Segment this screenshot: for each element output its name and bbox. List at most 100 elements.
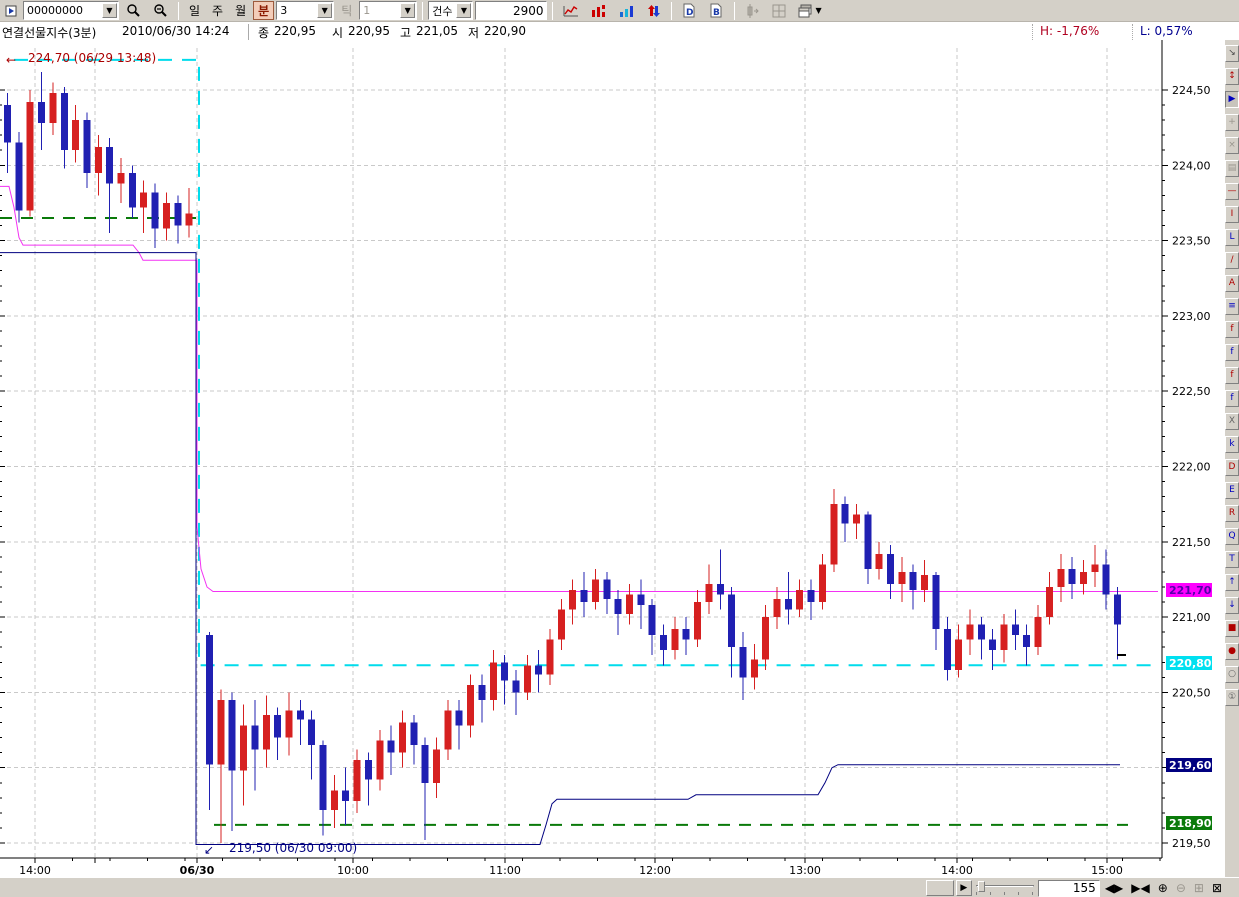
window-layout-button[interactable]: ▼ [793,1,826,20]
square-marker-tool-icon[interactable]: ■ [1225,620,1239,637]
tick-combobox[interactable]: 1 ▼ [359,1,417,20]
pointer-tool-icon[interactable]: ▶ [1225,91,1239,108]
screen-select-icon[interactable] [2,1,21,20]
candle-down [229,700,236,771]
count-combobox[interactable]: 건수 ▼ [428,1,473,20]
formula-draw-tool-icon[interactable]: f [1225,367,1239,384]
prev-high-line [14,60,1158,665]
slider-ticks [976,892,1034,895]
trend-line-tool-icon[interactable]: / [1225,252,1239,269]
minute-combobox[interactable]: 3 ▼ [276,1,334,20]
formula-lines-tool-icon[interactable]: f [1225,390,1239,407]
candle-up [1035,617,1042,647]
tick-value: 1 [360,4,399,17]
edit-tool-icon[interactable]: + [1225,114,1239,131]
quote-marker-tool-icon[interactable]: Q [1225,528,1239,545]
scroll-page-button[interactable] [926,880,954,896]
formula-chart-tool-icon[interactable]: f [1225,344,1239,361]
compress-bars-button[interactable]: ▶◀ [1128,880,1152,896]
document-b-icon: B [709,3,724,18]
vertical-line-tool-icon[interactable]: I [1225,206,1239,223]
angle-line-tool-icon[interactable]: L [1225,229,1239,246]
scroll-right-button[interactable]: ▶ [956,880,972,896]
chevron-down-icon[interactable]: ▼ [317,3,332,18]
close-label: 종 [258,24,269,41]
volume-chart-button[interactable] [614,1,640,20]
chart-area[interactable]: 224,50224,00223,50223,00222,50222,00221,… [0,40,1225,877]
candle-up [1001,625,1008,651]
candle-up [467,685,474,726]
parallel-lines-tool-icon[interactable]: ≡ [1225,298,1239,315]
circle-marker-tool-icon[interactable]: ● [1225,643,1239,660]
save-bar-data-button[interactable]: B [704,1,729,20]
text-label-tool-icon[interactable]: T [1225,551,1239,568]
candle-up [853,515,860,524]
magnifier-arrow-icon [153,3,168,18]
candle-down [660,635,667,650]
candle-up [49,93,56,123]
expand-bars-button[interactable]: ◀▶ [1102,880,1126,896]
bar-chart-button[interactable] [586,1,612,20]
zoom-in-button[interactable]: ⊕ [1155,880,1171,896]
arrow-down-marker-tool-icon[interactable]: ↓ [1225,597,1239,614]
updown-compare-button[interactable] [642,1,666,20]
candle-down [478,685,485,700]
range-marker-tool-icon[interactable]: R [1225,505,1239,522]
chevron-down-icon[interactable]: ▼ [456,3,471,18]
candle-settings-button[interactable] [740,1,765,20]
visible-bars-input[interactable] [1038,880,1100,897]
save-day-data-button[interactable]: D [677,1,702,20]
zoom-area-button[interactable] [148,1,173,20]
candle-down [410,723,417,746]
svg-text:D: D [686,8,693,18]
candle-up [354,760,361,801]
y-axis-label: 223,00 [1172,310,1211,323]
candle-up [671,629,678,650]
period-week-button[interactable]: 주 [207,1,228,20]
candlestick-chart[interactable]: 224,50224,00223,50223,00222,50222,00221,… [0,40,1225,877]
chevron-down-icon[interactable]: ▼ [102,3,117,18]
candle-down [320,745,327,810]
split-screen-button[interactable] [767,1,791,20]
y-axis-label: 224,50 [1172,84,1211,97]
period-minute-button[interactable]: 분 [253,1,274,20]
list-tool-icon[interactable]: ▤ [1225,160,1239,177]
candle-up [830,504,837,564]
arrow-up-marker-tool-icon[interactable]: ↑ [1225,574,1239,591]
horizontal-line-tool-icon[interactable]: — [1225,183,1239,200]
exit-chart-tool-icon[interactable]: ↘ [1225,45,1239,62]
bar-count-input[interactable] [475,1,547,20]
x-axis-label: 14:00 [19,864,51,877]
y-axis-label: 220,50 [1172,686,1211,699]
close-zoom-button[interactable]: ⊠ [1209,880,1225,896]
candle-down [83,120,90,173]
position-slider[interactable] [974,880,1036,896]
candle-up [592,579,599,602]
period-day-button[interactable]: 일 [184,1,205,20]
clock-marker-tool-icon[interactable]: ① [1225,689,1239,706]
period-month-button[interactable]: 월 [230,1,251,20]
low-marker-tool-icon[interactable]: k [1225,436,1239,453]
line-chart-button[interactable] [558,1,584,20]
high-value: 221,05 [416,24,458,38]
slider-handle[interactable] [978,881,985,892]
event-marker-tool-icon[interactable]: E [1225,482,1239,499]
drawing-toolbar: ↘↕▶+×▤—IL/A≡ffffXkDERQT↑↓■●○① [1225,40,1239,877]
chevron-down-icon[interactable]: ▼ [400,3,415,18]
text-note-tool-icon[interactable]: A [1225,275,1239,292]
candle-down [152,192,159,228]
zoom-in-button[interactable] [121,1,146,20]
zoom-out-button[interactable]: ⊖ [1173,880,1189,896]
formula-bars-tool-icon[interactable]: f [1225,321,1239,338]
symbol-combobox[interactable]: 00000000 ▼ [23,1,119,20]
header-divider [1132,24,1133,40]
indicator-setup-tool-icon[interactable]: ↕ [1225,68,1239,85]
day-marker-tool-icon[interactable]: D [1225,459,1239,476]
session-low-line [0,253,1120,845]
erase-tool-icon[interactable]: × [1225,137,1239,154]
candle-down [1023,635,1030,647]
ellipse-marker-tool-icon[interactable]: ○ [1225,666,1239,683]
candle-down [1012,625,1019,636]
cross-line-tool-icon[interactable]: X [1225,413,1239,430]
fit-window-button[interactable]: ⊞ [1191,880,1207,896]
